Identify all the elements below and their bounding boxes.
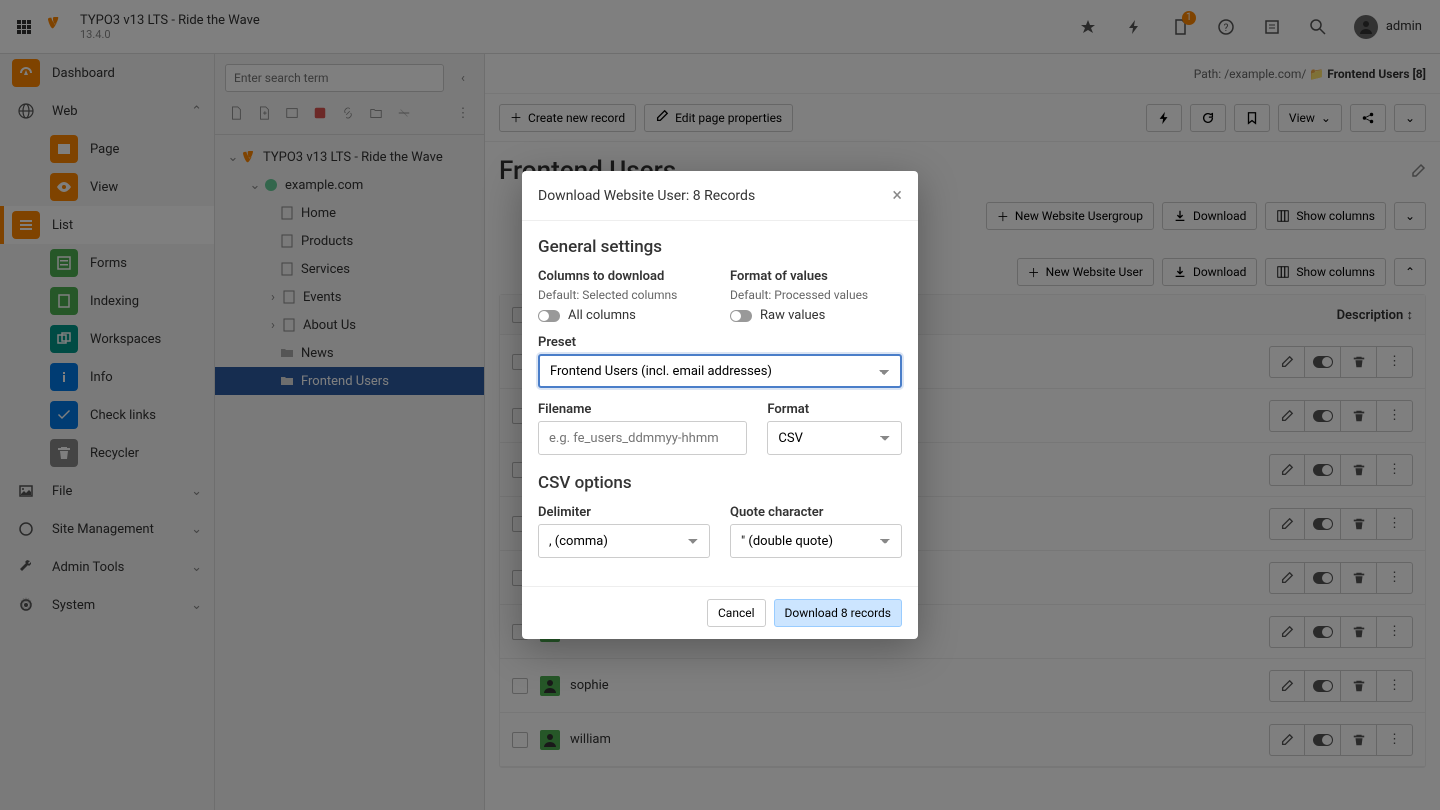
delimiter-label: Delimiter bbox=[538, 505, 710, 520]
format-label: Format bbox=[767, 402, 902, 417]
preset-select[interactable]: Frontend Users (incl. email addresses) bbox=[538, 354, 902, 388]
general-settings-heading: General settings bbox=[538, 237, 902, 257]
modal-overlay: Download Website User: 8 Records × Gener… bbox=[0, 0, 1440, 810]
format-select[interactable]: CSV bbox=[767, 421, 902, 455]
quote-label: Quote character bbox=[730, 505, 902, 520]
columns-label: Columns to download bbox=[538, 269, 710, 284]
delimiter-select[interactable]: , (comma) bbox=[538, 524, 710, 558]
all-columns-toggle[interactable] bbox=[538, 310, 560, 322]
close-icon[interactable]: × bbox=[892, 185, 902, 206]
filename-input[interactable] bbox=[538, 421, 747, 455]
values-default: Default: Processed values bbox=[730, 288, 902, 302]
filename-label: Filename bbox=[538, 402, 747, 417]
download-modal: Download Website User: 8 Records × Gener… bbox=[522, 171, 918, 639]
quote-select[interactable]: " (double quote) bbox=[730, 524, 902, 558]
cancel-button[interactable]: Cancel bbox=[707, 599, 766, 627]
preset-label: Preset bbox=[538, 335, 902, 350]
modal-title: Download Website User: 8 Records bbox=[538, 188, 755, 204]
columns-default: Default: Selected columns bbox=[538, 288, 710, 302]
download-records-button[interactable]: Download 8 records bbox=[774, 599, 902, 627]
format-values-label: Format of values bbox=[730, 269, 902, 284]
csv-options-heading: CSV options bbox=[538, 473, 902, 493]
raw-values-toggle[interactable] bbox=[730, 310, 752, 322]
